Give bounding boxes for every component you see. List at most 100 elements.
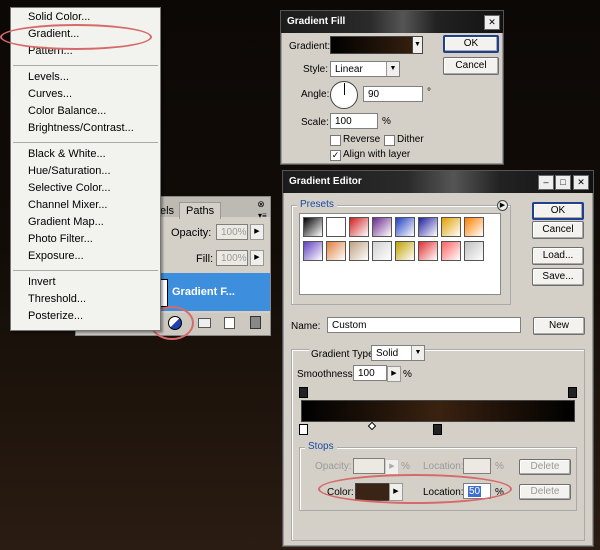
opacity-stop-left[interactable] [299, 387, 308, 398]
cancel-button[interactable]: Cancel [443, 57, 499, 75]
menu-item-color-balance[interactable]: Color Balance... [28, 105, 106, 117]
preset-swatch[interactable] [441, 217, 461, 237]
minimize-icon[interactable]: – [538, 175, 554, 190]
name-field[interactable]: Custom [327, 317, 521, 333]
scale-field[interactable]: 100 [330, 113, 378, 129]
reverse-label: Reverse [343, 134, 381, 145]
new-layer-icon[interactable] [224, 317, 235, 329]
preset-swatch[interactable] [441, 241, 461, 261]
stop-opacity-location-unit: % [495, 461, 504, 472]
opacity-field[interactable]: 100% [216, 224, 248, 240]
menu-item-photo-filter[interactable]: Photo Filter... [28, 233, 93, 245]
opacity-arrow-icon[interactable]: ▶ [250, 224, 264, 240]
preset-swatch[interactable] [326, 217, 346, 237]
stop-opacity-location-label: Location: [423, 461, 464, 472]
angle-dial[interactable] [330, 81, 358, 109]
name-label: Name: [291, 321, 321, 332]
smoothness-unit: % [403, 369, 412, 380]
ok-button[interactable]: OK [443, 35, 499, 53]
menu-item-selective-color[interactable]: Selective Color... [28, 182, 111, 194]
menu-item-invert[interactable]: Invert [28, 276, 56, 288]
preset-swatch[interactable] [464, 217, 484, 237]
close-icon[interactable]: ✕ [573, 175, 589, 190]
menu-separator [13, 65, 158, 66]
smoothness-label: Smoothness: [297, 369, 356, 380]
preset-swatch[interactable] [418, 217, 438, 237]
preset-swatch[interactable] [395, 241, 415, 261]
style-dropdown-icon[interactable]: ▼ [386, 62, 399, 76]
menu-item-posterize[interactable]: Posterize... [28, 310, 83, 322]
menu-separator [13, 142, 158, 143]
menu-item-exposure[interactable]: Exposure... [28, 250, 84, 262]
smoothness-arrow-icon[interactable]: ▶ [387, 366, 401, 382]
dither-checkbox[interactable] [384, 135, 395, 146]
menu-item-curves[interactable]: Curves... [28, 88, 72, 100]
preset-swatch[interactable] [349, 241, 369, 261]
color-stop-selected[interactable] [433, 424, 442, 435]
maximize-icon[interactable]: □ [555, 175, 571, 190]
layer-thumbnail [160, 279, 168, 307]
color-location-highlight-oval [318, 474, 512, 504]
opacity-stop-right[interactable] [568, 387, 577, 398]
panel-menu-icon[interactable]: ⊗ [256, 199, 266, 209]
fill-arrow-icon[interactable]: ▶ [250, 250, 264, 266]
trash-icon[interactable] [250, 316, 261, 329]
opacity-label: Opacity: [171, 227, 212, 239]
gradient-dropdown-icon[interactable]: ▼ [412, 36, 423, 54]
menu-item-solid-color[interactable]: Solid Color... [28, 11, 90, 23]
color-delete-button: Delete [519, 484, 571, 500]
reverse-checkbox[interactable] [330, 135, 341, 146]
ok-button[interactable]: OK [532, 202, 584, 220]
angle-dial-needle [344, 83, 345, 95]
tab-channels[interactable]: els [160, 205, 174, 217]
presets-label: Presets [297, 199, 337, 210]
preset-swatch[interactable] [464, 241, 484, 261]
gradient-type-label: Gradient Type: [309, 349, 379, 360]
menu-item-brightness-contrast[interactable]: Brightness/Contrast... [28, 122, 134, 134]
scale-label: Scale: [301, 117, 329, 128]
preset-swatch[interactable] [326, 241, 346, 261]
group-icon[interactable] [198, 318, 211, 328]
angle-label: Angle: [301, 89, 330, 100]
preset-swatch[interactable] [418, 241, 438, 261]
gradient-highlight-oval [0, 24, 152, 50]
gradient-type-dropdown-icon[interactable]: ▼ [411, 346, 424, 360]
presets-grid [299, 213, 501, 295]
new-button[interactable]: New [533, 317, 585, 335]
dither-label: Dither [397, 134, 424, 145]
menu-item-black-white[interactable]: Black & White... [28, 148, 106, 160]
menu-item-hue-saturation[interactable]: Hue/Saturation... [28, 165, 111, 177]
preset-swatch[interactable] [349, 217, 369, 237]
preset-swatch[interactable] [303, 241, 323, 261]
preset-swatch[interactable] [372, 241, 392, 261]
preset-swatch[interactable] [303, 217, 323, 237]
stops-label: Stops [305, 441, 337, 452]
layer-row-selected[interactable]: Gradient F... [160, 273, 270, 311]
presets-menu-icon[interactable]: ▶ [497, 200, 508, 211]
gradient-bar[interactable] [301, 400, 575, 422]
menu-item-channel-mixer[interactable]: Channel Mixer... [28, 199, 107, 211]
save-button[interactable]: Save... [532, 268, 584, 286]
panel-options-icon[interactable]: ▾≡ [258, 211, 267, 220]
gradient-fill-title: Gradient Fill [281, 11, 503, 33]
preset-swatch[interactable] [372, 217, 392, 237]
scale-unit: % [382, 116, 391, 127]
preset-swatch[interactable] [395, 217, 415, 237]
color-stop-left[interactable] [299, 424, 308, 435]
gradient-preview[interactable] [330, 36, 422, 54]
tab-paths[interactable]: Paths [179, 202, 222, 219]
close-icon[interactable]: ✕ [484, 15, 500, 30]
smoothness-field[interactable]: 100 [353, 365, 387, 381]
menu-item-gradient-map[interactable]: Gradient Map... [28, 216, 104, 228]
layer-name: Gradient F... [172, 286, 235, 298]
menu-item-threshold[interactable]: Threshold... [28, 293, 86, 305]
load-button[interactable]: Load... [532, 247, 584, 265]
fill-field[interactable]: 100% [216, 250, 248, 266]
stop-opacity-location-field [463, 458, 491, 474]
gradient-label: Gradient: [289, 41, 331, 52]
angle-field[interactable]: 90 [363, 86, 423, 102]
cancel-button[interactable]: Cancel [532, 221, 584, 239]
adjustment-menu: Solid Color... Gradient... Pattern... Le… [10, 7, 161, 331]
align-checkbox[interactable]: ✓ [330, 150, 341, 161]
menu-item-levels[interactable]: Levels... [28, 71, 69, 83]
